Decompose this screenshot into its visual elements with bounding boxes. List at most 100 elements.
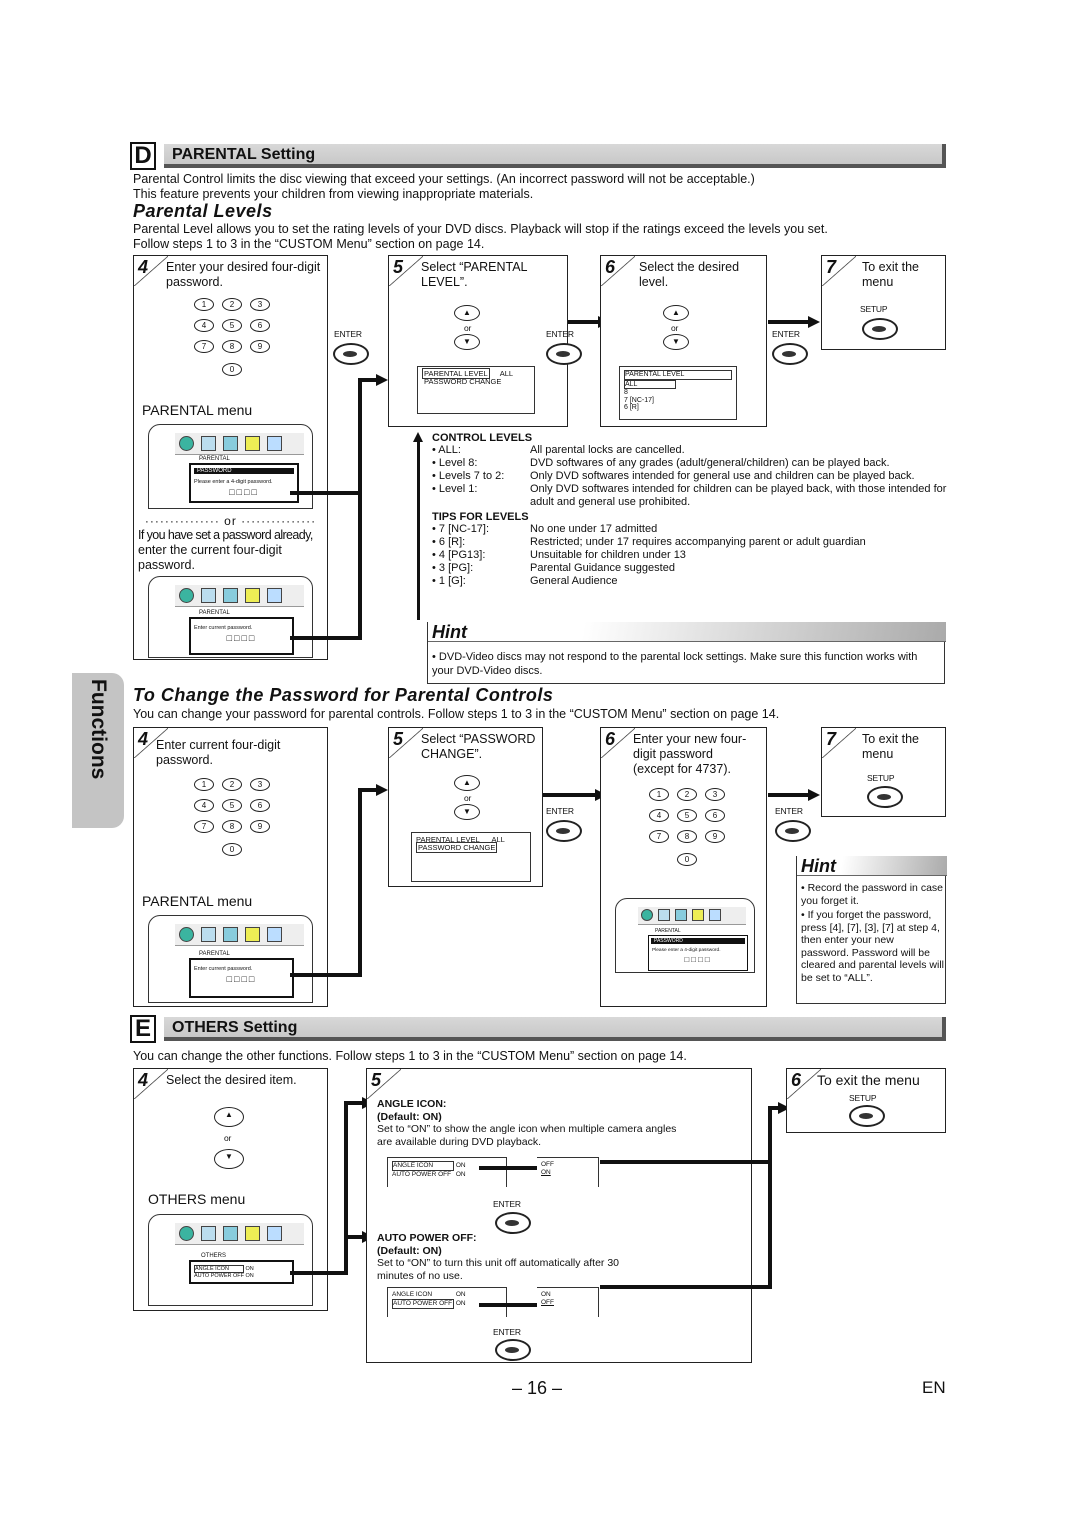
menu-label: PARENTAL menu <box>142 893 253 909</box>
osd-tab: PARENTAL <box>199 951 230 957</box>
enter-button[interactable] <box>775 820 811 842</box>
key-7[interactable]: 7 <box>194 820 214 833</box>
alt-italic: If you have set a password already, <box>138 528 313 542</box>
password-boxes: □□□□ <box>226 974 257 984</box>
change-password-heading: To Change the Password for Parental Cont… <box>133 685 554 705</box>
key-2[interactable]: 2 <box>222 298 242 311</box>
angle-icon-block: ANGLE ICON: (Default: ON) Set to “ON” to… <box>377 1098 747 1148</box>
flow-arrow <box>768 320 812 324</box>
others-step-6: 6 To exit the menu SETUP <box>786 1068 946 1133</box>
key-2[interactable]: 2 <box>222 778 242 791</box>
key-4[interactable]: 4 <box>194 799 214 812</box>
apo-screen-after: ON OFF <box>537 1287 599 1317</box>
enter-button[interactable] <box>546 343 582 365</box>
key-7[interactable]: 7 <box>194 340 214 353</box>
flow-arrow <box>600 1160 770 1164</box>
step-number: 7 <box>826 257 837 277</box>
others-osd: OTHERS ANGLE ICON ON AUTO POWER OFF ON <box>148 1214 313 1306</box>
key-9[interactable]: 9 <box>705 830 725 843</box>
key-4[interactable]: 4 <box>649 809 669 822</box>
osd-tab: PARENTAL <box>199 456 230 462</box>
level-row: • Level 1: Only DVD softwares intended fo… <box>432 483 952 509</box>
up-button[interactable]: ▲ <box>454 305 480 321</box>
key-6[interactable]: 6 <box>250 319 270 332</box>
pl-step-7: 7 To exit the menu SETUP <box>821 255 946 350</box>
key-8[interactable]: 8 <box>222 340 242 353</box>
step-number: 6 <box>605 729 616 749</box>
key-9[interactable]: 9 <box>250 820 270 833</box>
key-0[interactable]: 0 <box>677 853 697 866</box>
key-3[interactable]: 3 <box>705 788 725 801</box>
section-e-header: E OTHERS Setting <box>130 1015 946 1043</box>
parental-levels-heading: Parental Levels <box>133 201 273 221</box>
pl-step-5: 5 Select “PARENTAL LEVEL”. ▲ or ▼ PARENT… <box>388 255 568 427</box>
key-8[interactable]: 8 <box>222 820 242 833</box>
down-button[interactable]: ▼ <box>214 1149 244 1169</box>
key-1[interactable]: 1 <box>194 298 214 311</box>
key-8[interactable]: 8 <box>677 830 697 843</box>
password-boxes: □□□□ <box>684 955 712 964</box>
key-5[interactable]: 5 <box>222 799 242 812</box>
osd-prompt: Please enter a 4-digit password. <box>194 479 273 485</box>
setup-button[interactable] <box>849 1105 885 1127</box>
hint-title: Hint <box>801 856 836 876</box>
key-6[interactable]: 6 <box>705 809 725 822</box>
key-5[interactable]: 5 <box>677 809 697 822</box>
key-6[interactable]: 6 <box>250 799 270 812</box>
enter-button[interactable] <box>333 343 369 365</box>
step-text: Enter your new four-digit password (exce… <box>633 732 747 776</box>
menu-item-value: ON <box>455 1300 466 1307</box>
level-row: • Levels 7 to 2: Only DVD softwares inten… <box>432 470 952 483</box>
key-9[interactable]: 9 <box>250 340 270 353</box>
key-7[interactable]: 7 <box>649 830 669 843</box>
enter-button[interactable] <box>772 343 808 365</box>
up-button[interactable]: ▲ <box>214 1107 244 1127</box>
arrowhead-icon <box>376 374 388 386</box>
control-levels: CONTROL LEVELS • ALL: All parental locks … <box>432 432 952 588</box>
key-3[interactable]: 3 <box>250 298 270 311</box>
intro-line: Parental Level allows you to set the rat… <box>133 222 828 236</box>
list-item: 7 [NC-17] <box>624 396 654 404</box>
hint-item: • Record the password in case you forget… <box>801 882 943 907</box>
level-row: • 4 [PG13]: Unsuitable for children under… <box>432 549 952 562</box>
level-desc: Only DVD softwares intended for children… <box>530 483 947 508</box>
cp-step-7: 7 To exit the menu SETUP <box>821 727 946 817</box>
password-panel: PARENTAL PASSWORD Please enter a 4-digit… <box>648 928 748 971</box>
key-0[interactable]: 0 <box>222 363 242 376</box>
key-0[interactable]: 0 <box>222 843 242 856</box>
flow-arrow <box>344 1235 364 1239</box>
side-tab-label: Functions <box>87 679 110 780</box>
enter-button[interactable] <box>546 820 582 842</box>
key-3[interactable]: 3 <box>250 778 270 791</box>
password-panel: PARENTAL PASSWORD Please enter a 4-digit… <box>189 456 299 503</box>
setup-button[interactable] <box>862 318 898 340</box>
option-desc: Set to “ON” to show the angle icon when … <box>377 1123 677 1148</box>
up-button[interactable]: ▲ <box>663 305 689 321</box>
level-desc: Parental Guidance suggested <box>530 562 675 574</box>
or-text: or <box>224 1133 232 1143</box>
level-list-screen: PARENTAL LEVEL ALL 8 7 [NC-17] 6 [R] <box>619 366 737 420</box>
up-button[interactable]: ▲ <box>454 775 480 791</box>
down-button[interactable]: ▼ <box>663 334 689 350</box>
menu-item-value: ON <box>245 1273 254 1279</box>
down-button[interactable]: ▼ <box>454 804 480 820</box>
flow-arrow <box>568 320 602 324</box>
key-2[interactable]: 2 <box>677 788 697 801</box>
key-1[interactable]: 1 <box>194 778 214 791</box>
pl-step-6: 6 Select the desired level. ▲ or ▼ PAREN… <box>600 255 767 427</box>
step-text: Select “PARENTAL LEVEL”. <box>421 260 528 289</box>
enter-button[interactable] <box>495 1339 531 1361</box>
setup-button[interactable] <box>867 786 903 808</box>
flow-arrow <box>290 973 362 977</box>
current-password-panel: PARENTAL Enter current password. □□□□ <box>189 610 294 655</box>
level-row: • 7 [NC-17]: No one under 17 admitted <box>432 523 952 536</box>
key-4[interactable]: 4 <box>194 319 214 332</box>
level-key: • 3 [PG]: <box>432 562 474 574</box>
menu-item-value: ON <box>455 1171 466 1178</box>
key-1[interactable]: 1 <box>649 788 669 801</box>
osd-tab: PARENTAL <box>655 928 681 934</box>
down-button[interactable]: ▼ <box>454 334 480 350</box>
hint-box: Hint • DVD-Video discs may not respond t… <box>427 622 946 684</box>
key-5[interactable]: 5 <box>222 319 242 332</box>
enter-button[interactable] <box>495 1212 531 1234</box>
